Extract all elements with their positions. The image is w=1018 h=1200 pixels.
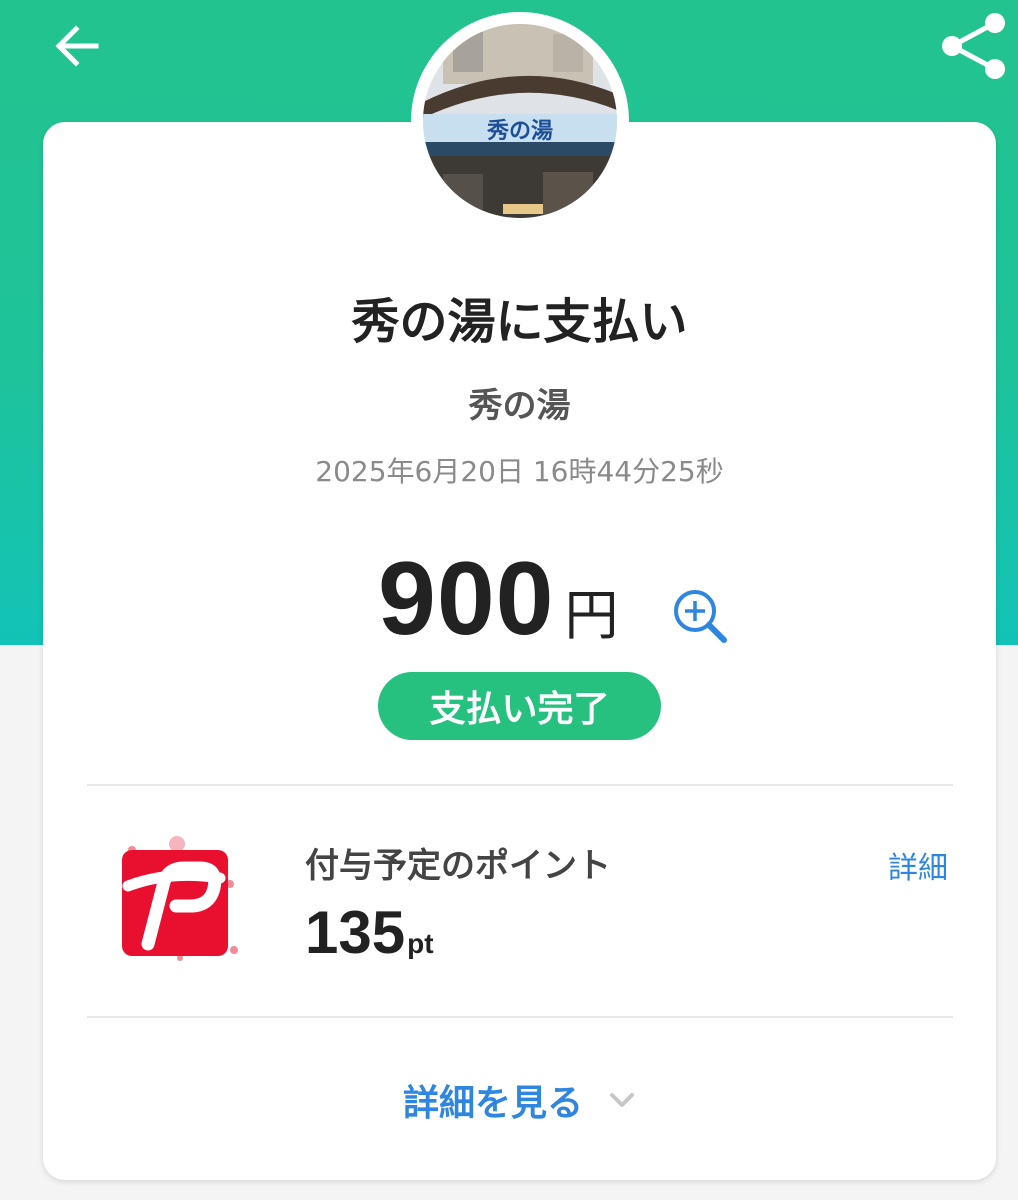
currency-label: 円: [564, 584, 619, 647]
amount-row: 900 円: [378, 540, 619, 657]
payment-amount: 900: [378, 541, 555, 657]
divider: [87, 1016, 953, 1018]
divider: [87, 784, 953, 786]
points-details-link[interactable]: 詳細: [888, 843, 948, 887]
points-value: 135 pt: [305, 898, 434, 967]
show-more-label: 詳細を見る: [403, 1083, 584, 1124]
page-title: 秀の湯に支払い: [351, 294, 688, 350]
chevron-down-icon: [610, 1093, 635, 1107]
status-badge: 支払い完了: [378, 672, 661, 740]
store-sign-text: 秀の湯: [486, 119, 553, 144]
share-button[interactable]: [936, 8, 1010, 82]
store-avatar: 秀の湯: [411, 12, 629, 230]
merchant-name: 秀の湯: [468, 386, 571, 426]
zoom-in-icon: [674, 590, 727, 643]
points-label: 付与予定のポイント: [305, 846, 611, 886]
paypay-logo-icon: [110, 832, 245, 967]
show-more-button[interactable]: 詳細を見る: [403, 1074, 637, 1126]
back-button[interactable]: [50, 22, 102, 70]
arrow-left-icon: [55, 25, 99, 67]
points-unit: pt: [407, 928, 434, 959]
zoom-amount-button[interactable]: [670, 586, 730, 646]
store-photo: 秀の湯: [423, 24, 617, 218]
transaction-datetime: 2025年6月20日 16時44分25秒: [315, 455, 724, 488]
share-icon: [942, 13, 1005, 79]
points-number: 135: [305, 899, 406, 966]
